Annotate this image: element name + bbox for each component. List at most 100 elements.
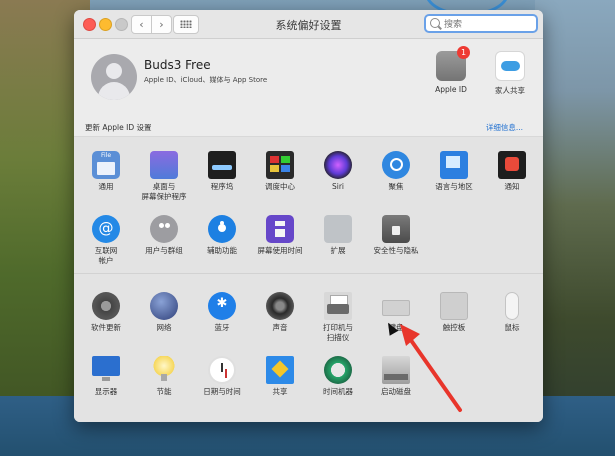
date-time-icon [208,356,236,384]
pref-label: 节能 [156,387,172,396]
pref-label: 程序坞 [210,182,234,191]
pref-bluetooth[interactable]: 蓝牙 [193,292,251,333]
mouse-icon [505,292,519,320]
pref-software-update[interactable]: 软件更新 [77,292,135,333]
pref-screen-time[interactable]: 屏幕使用时间 [251,215,309,256]
dock-icon [208,151,236,179]
pref-date-time[interactable]: 日期与时间 [193,356,251,397]
search-input[interactable] [442,17,538,33]
siri-icon [324,151,352,179]
pref-language-region[interactable]: 语言与地区 [425,151,483,192]
pref-users-groups[interactable]: 用户与群组 [135,215,193,256]
pref-label: 语言与地区 [435,182,473,191]
pref-label: 网络 [156,323,172,332]
pref-security-privacy[interactable]: 安全性与隐私 [367,215,425,256]
time-machine-icon [324,356,352,384]
pref-section-hardware: 软件更新 网络 蓝牙 声音 打印机与 扫描仪 键盘 触控板 鼠标 显示器 节能 … [74,274,543,422]
pref-mouse[interactable]: 鼠标 [483,292,541,333]
pref-label: 声音 [272,323,288,332]
search-icon [430,18,440,28]
pref-label: 蓝牙 [214,323,230,332]
pref-label: 聚焦 [388,182,404,191]
mission-control-icon [266,151,294,179]
pref-label: 打印机与 扫描仪 [323,323,353,342]
pref-sound[interactable]: 声音 [251,292,309,333]
pref-energy-saver[interactable]: 节能 [135,356,193,397]
language-region-icon [440,151,468,179]
pref-notifications[interactable]: 通知 [483,151,541,192]
pref-displays[interactable]: 显示器 [77,356,135,397]
pref-label: 日期与时间 [203,387,241,396]
security-privacy-icon [382,215,410,243]
pref-printers-scanners[interactable]: 打印机与 扫描仪 [309,292,367,343]
energy-saver-icon [150,356,178,384]
pref-label: 显示器 [94,387,118,396]
pref-label: 扩展 [330,246,346,255]
pref-time-machine[interactable]: 时间机器 [309,356,367,397]
bluetooth-icon [208,292,236,320]
pref-label: 时间机器 [323,387,353,396]
account-name: Buds3 Free [144,58,211,72]
pref-label: 鼠标 [504,323,520,332]
apple-id-label: Apple ID [435,85,467,94]
details-link[interactable]: 详细信息... [486,122,523,133]
search-field[interactable] [424,14,538,33]
update-apple-id-text: 更新 Apple ID 设置 [85,123,152,132]
pref-label: 屏幕使用时间 [257,246,303,255]
update-apple-id-strip: 更新 Apple ID 设置 详细信息... [74,116,543,137]
avatar[interactable] [91,54,137,100]
general-icon [92,151,120,179]
accessibility-icon [208,215,236,243]
apple-id-icon: 1 [436,46,470,81]
screen-time-icon [266,215,294,243]
internet-accounts-icon [92,215,120,243]
keyboard-icon [382,300,410,316]
account-header: Buds3 Free Apple ID、iCloud、媒体与 App Store… [74,38,543,116]
system-preferences-window: ‹ › 系统偏好设置 Buds3 Free Apple ID、iCloud、媒体… [74,10,543,422]
title-bar: ‹ › 系统偏好设置 [74,10,543,39]
extensions-icon [324,215,352,243]
pref-dock[interactable]: 程序坞 [193,151,251,192]
notifications-icon [498,151,526,179]
desktop-icon [150,151,178,179]
displays-icon [92,356,120,381]
annotation-arrow-icon [400,324,462,412]
pref-extensions[interactable]: 扩展 [309,215,367,256]
family-sharing-icon [495,51,525,81]
pref-accessibility[interactable]: 辅助功能 [193,215,251,256]
sharing-icon [266,356,294,384]
family-sharing-pref[interactable]: 家人共享 [480,51,540,96]
pref-siri[interactable]: Siri [309,151,367,192]
pref-label: 桌面与 屏幕保护程序 [141,182,187,201]
pref-network[interactable]: 网络 [135,292,193,333]
spotlight-icon [382,151,410,179]
sound-icon [266,292,294,320]
pref-internet-accounts[interactable]: 互联网 帐户 [77,215,135,266]
family-sharing-label: 家人共享 [495,86,525,95]
pref-section-personal: 通用 桌面与 屏幕保护程序 程序坞 调度中心 Siri 聚焦 语言与地区 通知 … [74,137,543,274]
pref-label: 软件更新 [91,323,121,332]
notification-badge: 1 [457,46,470,59]
software-update-icon [92,292,120,320]
avatar-body-icon [98,82,130,100]
pref-mission-control[interactable]: 调度中心 [251,151,309,192]
pref-label: 互联网 帐户 [94,246,118,265]
account-subtitle: Apple ID、iCloud、媒体与 App Store [144,76,268,84]
trackpad-icon [440,292,468,320]
apple-id-pref[interactable]: 1 Apple ID [421,46,481,94]
pref-label: Siri [331,182,344,191]
pref-label: 安全性与隐私 [373,246,419,255]
desktop-wallpaper-right [535,0,615,456]
pref-label: 共享 [272,387,288,396]
pref-general[interactable]: 通用 [77,151,135,192]
avatar-head-icon [106,63,122,79]
network-icon [150,292,178,320]
pref-label: 通用 [98,182,114,191]
pref-spotlight[interactable]: 聚焦 [367,151,425,192]
pref-label: 用户与群组 [145,246,183,255]
pref-label: 通知 [504,182,520,191]
pref-desktop-screensaver[interactable]: 桌面与 屏幕保护程序 [135,151,193,202]
pref-sharing[interactable]: 共享 [251,356,309,397]
pref-label: 调度中心 [265,182,295,191]
printers-scanners-icon [324,292,352,320]
